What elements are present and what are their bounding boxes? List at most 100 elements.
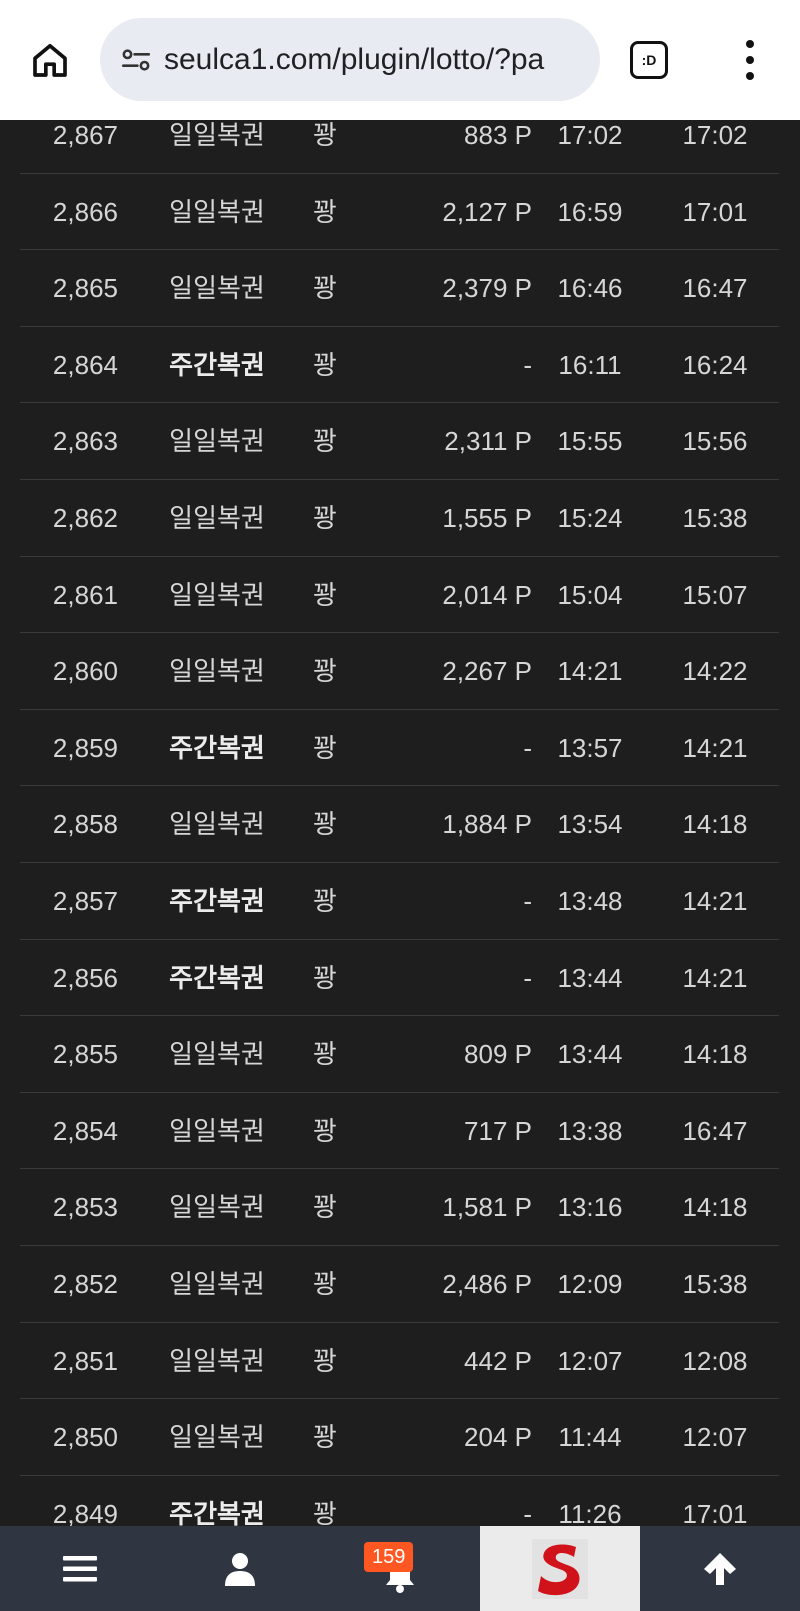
site-logo [532, 1538, 588, 1599]
draw-time: 12:08 [682, 1345, 748, 1376]
purchase-time: 13:48 [557, 885, 623, 916]
draw-time: 14:21 [682, 885, 748, 916]
list-item: 2,858 일일복권 꽝 1,884 P 13:54 14:18 [20, 786, 779, 863]
row-number: 2,866 [52, 196, 118, 227]
purchase-time: 13:57 [557, 732, 623, 763]
lottery-type: 일일복권 [169, 809, 265, 840]
lottery-type: 일일복권 [169, 273, 265, 304]
result-text: 꽝 [313, 809, 337, 840]
more-menu-dot [746, 72, 754, 80]
lottery-type: 일일복권 [169, 1039, 265, 1070]
points-value: - [523, 349, 532, 380]
result-text: 꽝 [313, 1039, 337, 1070]
address-bar[interactable]: seulca1.com/plugin/lotto/?pa [100, 18, 600, 101]
lottery-type: 일일복권 [169, 196, 265, 227]
result-text: 꽝 [313, 1498, 337, 1526]
points-value: 1,581 P [442, 1192, 532, 1223]
draw-time: 14:21 [682, 962, 748, 993]
points-value: 883 P [464, 120, 532, 150]
lottery-type: 일일복권 [169, 502, 265, 533]
arrow-up-icon [704, 1552, 736, 1585]
scroll-top-button[interactable] [640, 1526, 800, 1611]
result-text: 꽝 [313, 1422, 337, 1453]
result-text: 꽝 [313, 120, 337, 150]
purchase-time: 15:55 [557, 426, 623, 457]
lottery-type: 주간복권 [169, 962, 265, 993]
list-item: 2,852 일일복권 꽝 2,486 P 12:09 15:38 [20, 1246, 779, 1323]
list-item: 2,857 주간복권 꽝 -13:48 14:21 [20, 863, 779, 940]
purchase-time: 12:07 [557, 1345, 623, 1376]
purchase-time: 13:38 [557, 1115, 623, 1146]
profile-button[interactable] [160, 1526, 320, 1611]
points-value: 2,267 P [442, 656, 532, 687]
home-button[interactable] [24, 34, 76, 86]
points-value: 204 P [464, 1422, 532, 1453]
row-number: 2,858 [52, 809, 118, 840]
tab-switcher-icon: :D [630, 41, 668, 79]
result-text: 꽝 [313, 1345, 337, 1376]
row-number: 2,860 [52, 656, 118, 687]
result-text: 꽝 [313, 732, 337, 763]
result-text: 꽝 [313, 885, 337, 916]
result-text: 꽝 [313, 1268, 337, 1299]
lotto-history-list: 2,867 일일복권 꽝 883 P 17:02 17:02 2,866 일일복권 꽝 2,127… [0, 120, 800, 1526]
more-menu-button[interactable] [735, 40, 765, 80]
row-number: 2,862 [52, 502, 118, 533]
result-text: 꽝 [313, 579, 337, 610]
row-number: 2,867 [52, 120, 118, 150]
result-text: 꽝 [313, 1192, 337, 1223]
row-number: 2,850 [52, 1422, 118, 1453]
result-text: 꽝 [313, 273, 337, 304]
result-text: 꽝 [313, 349, 337, 380]
lottery-type: 일일복권 [169, 426, 265, 457]
list-item: 2,854 일일복권 꽝 717 P 13:38 16:47 [20, 1093, 779, 1170]
points-value: 2,311 P [444, 426, 532, 457]
site-info-button[interactable] [114, 38, 158, 82]
row-number: 2,856 [52, 962, 118, 993]
draw-time: 12:07 [682, 1422, 748, 1453]
tab-switcher-button[interactable]: :D [630, 41, 670, 81]
purchase-time: 13:16 [557, 1192, 623, 1223]
purchase-time: 16:46 [557, 273, 623, 304]
list-item: 2,860 일일복권 꽝 2,267 P 14:21 14:22 [20, 633, 779, 710]
rows-container: 2,867 일일복권 꽝 883 P 17:02 17:02 2,866 일일복권 꽝 2,127… [20, 120, 779, 1526]
lottery-type: 일일복권 [169, 1422, 265, 1453]
purchase-time: 14:21 [557, 656, 623, 687]
list-item: 2,862 일일복권 꽝 1,555 P 15:24 15:38 [20, 480, 779, 557]
list-item: 2,863 일일복권 꽝 2,311 P 15:55 15:56 [20, 403, 779, 480]
points-value: - [523, 1498, 532, 1526]
row-number: 2,851 [52, 1345, 118, 1376]
row-number: 2,861 [52, 579, 118, 610]
purchase-time: 16:59 [557, 196, 623, 227]
points-value: 2,486 P [442, 1268, 532, 1299]
points-value: 717 P [464, 1115, 532, 1146]
site-info-icon [121, 48, 151, 71]
list-item: 2,850 일일복권 꽝 204 P 11:44 12:07 [20, 1399, 779, 1476]
purchase-time: 13:44 [557, 1039, 623, 1070]
draw-time: 15:07 [682, 579, 748, 610]
points-value: 1,555 P [442, 502, 532, 533]
list-item: 2,851 일일복권 꽝 442 P 12:07 12:08 [20, 1323, 779, 1400]
list-item: 2,861 일일복권 꽝 2,014 P 15:04 15:07 [20, 557, 779, 634]
list-item: 2,853 일일복권 꽝 1,581 P 13:16 14:18 [20, 1169, 779, 1246]
list-item: 2,849 주간복권 꽝 -11:26 17:01 [20, 1476, 779, 1526]
more-menu-icon [746, 40, 754, 48]
row-number: 2,859 [52, 732, 118, 763]
site-logo-button[interactable] [480, 1526, 640, 1611]
points-value: 2,014 P [442, 579, 532, 610]
purchase-time: 16:11 [558, 349, 622, 380]
draw-time: 15:56 [682, 426, 748, 457]
url-text: seulca1.com/plugin/lotto/?pa [164, 42, 545, 76]
lottery-type: 일일복권 [169, 1115, 265, 1146]
points-value: - [523, 885, 532, 916]
menu-button[interactable] [0, 1526, 160, 1611]
draw-time: 17:02 [682, 120, 748, 150]
points-value: 442 P [464, 1345, 532, 1376]
row-number: 2,849 [52, 1498, 118, 1526]
lottery-type: 일일복권 [169, 120, 265, 150]
lottery-type: 주간복권 [169, 1498, 265, 1526]
purchase-time: 15:24 [557, 502, 623, 533]
result-text: 꽝 [313, 196, 337, 227]
purchase-time: 12:09 [557, 1268, 623, 1299]
lottery-type: 주간복권 [169, 732, 265, 763]
